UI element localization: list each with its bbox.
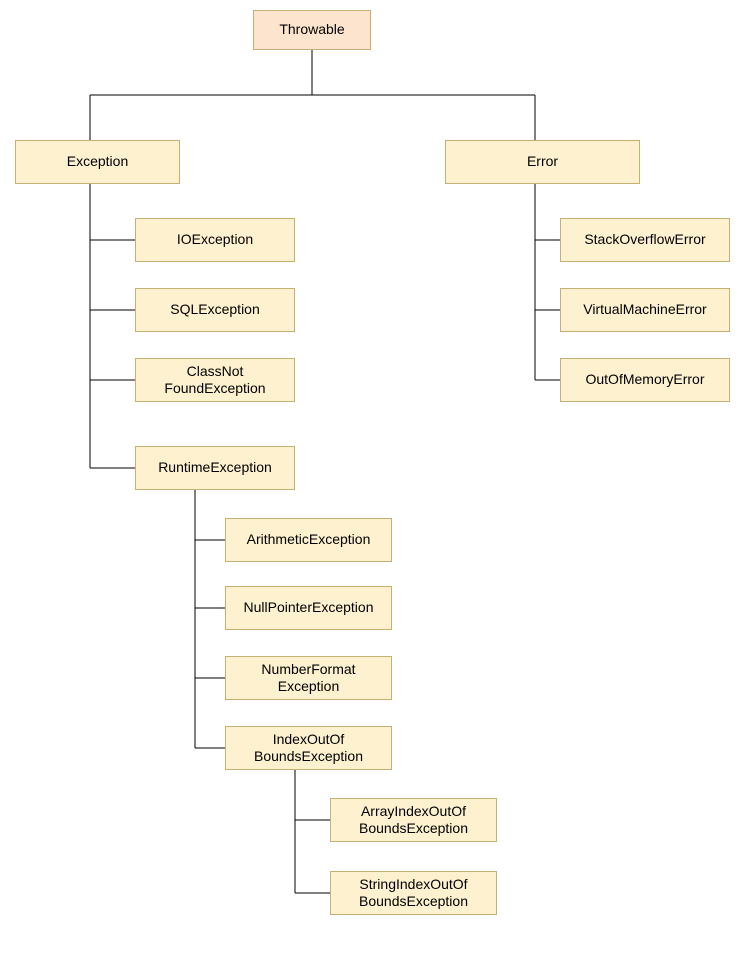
node-ioexception: IOException (135, 218, 295, 262)
label: NumberFormat Exception (261, 661, 355, 696)
node-classnotfoundexception-stack: ClassNot FoundException (135, 358, 295, 402)
node-throwable: Throwable (253, 10, 371, 50)
node-virtualmachineerror: VirtualMachineError (560, 288, 730, 332)
label: RuntimeException (158, 459, 272, 477)
node-exception: Exception (15, 140, 180, 184)
label: ArrayIndexOutOf BoundsException (359, 803, 468, 838)
node-outofmemoryerror-stack: OutOfMemoryError (560, 358, 730, 402)
label: VirtualMachineError (583, 301, 706, 319)
node-sqlexception: SQLException (135, 288, 295, 332)
node-runtimeexception: RuntimeException (135, 446, 295, 490)
node-stackoverflowerror: StackOverflowError (560, 218, 730, 262)
label: StackOverflowError (584, 231, 705, 249)
label: NullPointerException (244, 599, 374, 617)
node-arrayindexoutofbounds: ArrayIndexOutOf BoundsException (330, 798, 497, 842)
node-error: Error (445, 140, 640, 184)
label: ArithmeticException (247, 531, 371, 549)
label: IndexOutOf BoundsException (254, 731, 363, 766)
diagram-canvas: Throwable Exception Error IOException SQ… (0, 0, 751, 954)
label: SQLException (170, 301, 260, 319)
label: OutOfMemoryError (585, 371, 704, 389)
label: ClassNot FoundException (164, 363, 265, 398)
label: IOException (177, 231, 253, 249)
node-stringindexoutofbounds-stack: StringIndexOutOf BoundsException (330, 871, 497, 915)
label: Error (527, 153, 558, 171)
node-indexoutofboundsexception: IndexOutOf BoundsException (225, 726, 392, 770)
node-arithmeticexception: ArithmeticException (225, 518, 392, 562)
label: StringIndexOutOf BoundsException (359, 876, 468, 911)
node-numberformatexception: NumberFormat Exception (225, 656, 392, 700)
label: Exception (67, 153, 128, 171)
node-nullpointerexception: NullPointerException (225, 586, 392, 630)
label: Throwable (279, 21, 344, 39)
